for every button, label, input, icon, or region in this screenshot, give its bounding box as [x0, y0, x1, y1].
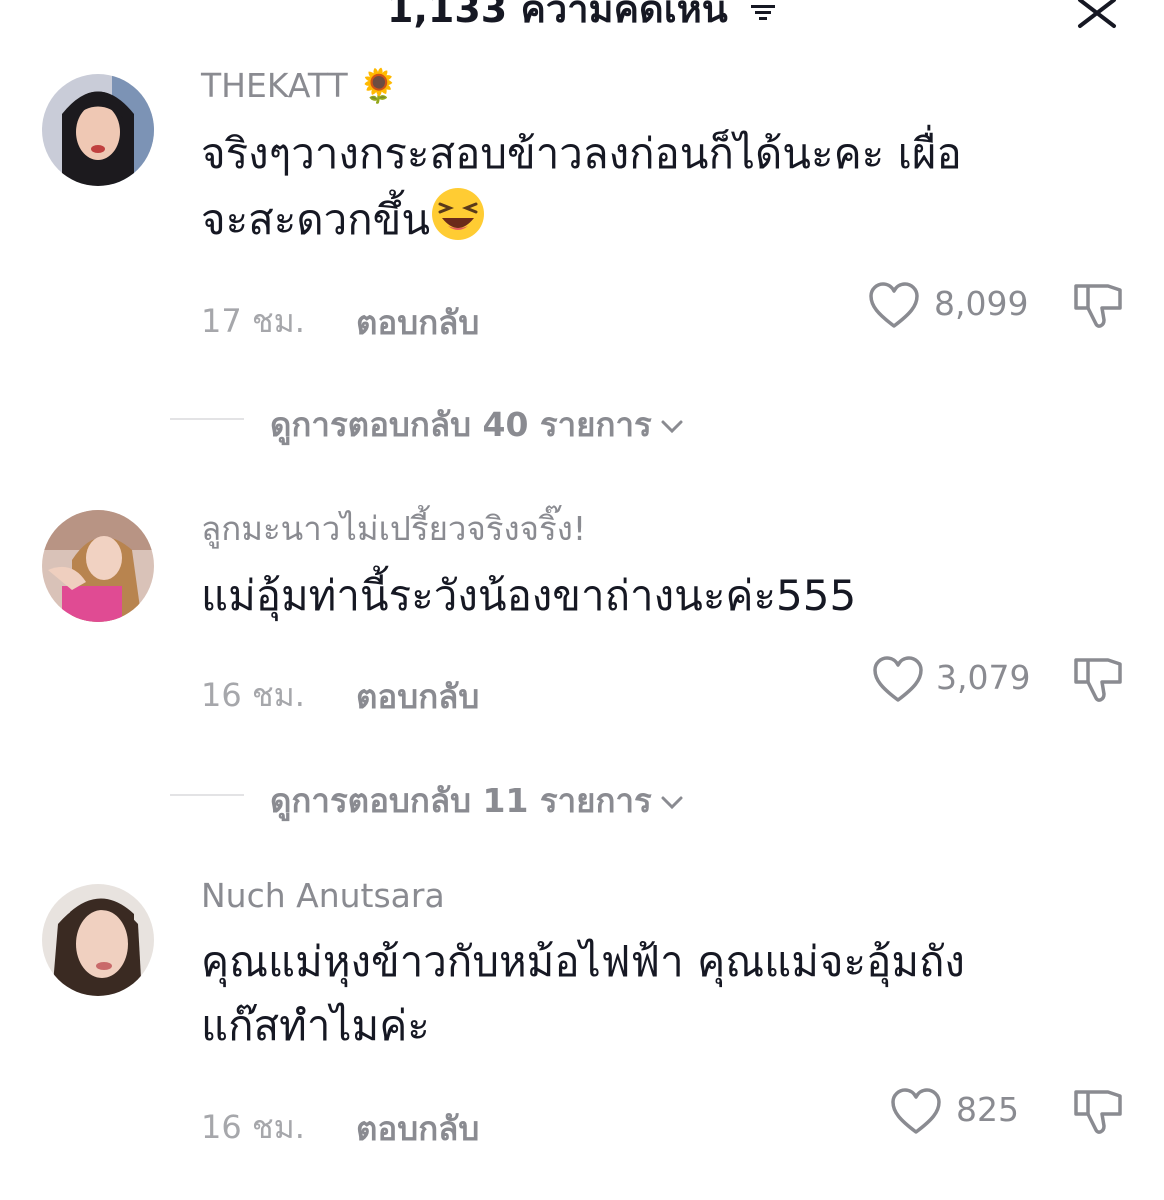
comment-username[interactable]: ลูกมะนาวไม่เปรี้ยวจริงจริ๊ง! [201, 502, 586, 555]
divider-line [170, 794, 244, 796]
comment-text-line: จริงๆวางกระสอบข้าวลงก่อนก็ได้นะคะ เผื่อ [201, 129, 962, 178]
avatar[interactable] [42, 884, 154, 996]
comment-text: จริงๆวางกระสอบข้าวลงก่อนก็ได้นะคะ เผื่อ … [201, 122, 1101, 252]
comment-username[interactable]: Nuch Anutsara [201, 876, 445, 915]
chevron-down-icon [661, 420, 683, 433]
thumbs-down-icon[interactable] [1072, 656, 1124, 706]
like-count: 3,079 [936, 658, 1031, 697]
comment-text-line-2: แก๊สทำไมค่ะ [201, 1001, 430, 1050]
comments-header: 1,133 ความคิดเห็น [0, 0, 1164, 40]
view-replies[interactable]: ดูการตอบกลับ 11 รายการ [0, 772, 1164, 822]
view-replies-label: ดูการตอบกลับ 40 รายการ [270, 405, 652, 444]
heart-icon[interactable] [868, 282, 920, 330]
comment-time: 17 ชม. [201, 302, 305, 340]
comment-text-line-2: จะสะดวกขึ้น [201, 186, 1101, 252]
comment-text: คุณแม่หุงข้าวกับหม้อไฟฟ้า คุณแม่จะอุ้มถั… [201, 930, 1101, 1058]
laughing-face-emoji-icon [432, 188, 485, 240]
reply-button[interactable]: ตอบกลับ [356, 296, 479, 349]
view-replies-label: ดูการตอบกลับ 11 รายการ [270, 781, 652, 820]
thumbs-down-icon[interactable] [1072, 282, 1124, 332]
comment-text: แม่อุ้มท่านี้ระวังน้องขาถ่างนะค่ะ555 [201, 564, 1101, 628]
comment-time: 16 ชม. [201, 676, 305, 714]
like-count: 8,099 [934, 284, 1029, 323]
chevron-down-icon [661, 796, 683, 809]
comments-count-title: 1,133 ความคิดเห็น [0, 0, 1164, 39]
like-count: 825 [956, 1090, 1019, 1129]
divider-line [170, 418, 244, 420]
avatar[interactable] [42, 510, 154, 622]
close-icon[interactable] [1074, 0, 1120, 30]
comment-text-line: คุณแม่หุงข้าวกับหม้อไฟฟ้า คุณแม่จะอุ้มถั… [201, 937, 965, 986]
heart-icon[interactable] [872, 656, 924, 704]
avatar[interactable] [42, 74, 154, 186]
heart-icon[interactable] [890, 1088, 942, 1136]
thumbs-down-icon[interactable] [1072, 1088, 1124, 1138]
comment-username[interactable]: THEKATT 🌻 [201, 66, 399, 106]
comments-count-label: 1,133 ความคิดเห็น [387, 0, 728, 31]
comment-time: 16 ชม. [201, 1108, 305, 1146]
view-replies[interactable]: ดูการตอบกลับ 40 รายการ [0, 396, 1164, 446]
comment-text-line: แม่อุ้มท่านี้ระวังน้องขาถ่างนะค่ะ555 [201, 571, 857, 620]
sort-icon[interactable] [749, 2, 777, 22]
comment-text-line-text: จะสะดวกขึ้น [201, 195, 431, 244]
reply-button[interactable]: ตอบกลับ [356, 1102, 479, 1155]
view-replies-button[interactable]: ดูการตอบกลับ 40 รายการ [270, 398, 684, 451]
view-replies-button[interactable]: ดูการตอบกลับ 11 รายการ [270, 774, 684, 827]
reply-button[interactable]: ตอบกลับ [356, 670, 479, 723]
